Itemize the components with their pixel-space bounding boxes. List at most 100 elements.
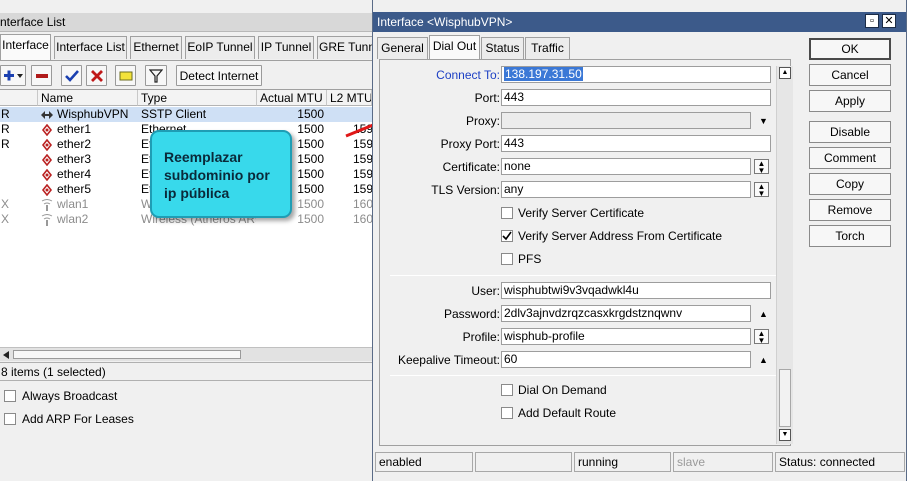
dial-out-panel: Connect To: 138.197.31.50 Port: 443 Prox… (379, 59, 791, 446)
checkbox-box[interactable] (501, 253, 513, 265)
connect-to-input[interactable]: 138.197.31.50 (501, 66, 771, 83)
port-label: Port: (474, 91, 500, 105)
checkbox-label: Always Broadcast (22, 389, 118, 403)
status-enabled: enabled (375, 452, 473, 472)
check-icon (502, 231, 512, 241)
horizontal-scrollbar[interactable] (0, 347, 372, 361)
profile-label: Profile: (462, 330, 500, 344)
scroll-up-icon[interactable]: ▲ (779, 67, 791, 79)
proxy-port-input[interactable]: 443 (501, 135, 771, 152)
ok-button[interactable]: OK (809, 38, 891, 60)
checkbox-box[interactable] (501, 207, 513, 219)
scroll-left-icon[interactable] (2, 351, 10, 359)
password-input[interactable]: 2dlv3ajnvdzrqzcasxkrgdstznqwnv (501, 305, 751, 322)
checkbox-label: Verify Server Address From Certificate (518, 229, 723, 243)
row-l2-mtu: 160 (353, 197, 372, 211)
profile-select[interactable]: wisphub-profile (501, 328, 751, 345)
certificate-select[interactable]: none (501, 158, 751, 175)
checkbox-box[interactable] (501, 230, 513, 242)
dialog-title-bar: Interface <WisphubVPN> ▫ ✕ (373, 12, 906, 32)
interface-list-window: nterface List Interface Interface List E… (0, 0, 377, 481)
add-button[interactable] (0, 65, 26, 86)
disable-button[interactable]: Disable (809, 121, 891, 143)
dialog-status-bar: enabled running slave Status: connected (373, 452, 906, 473)
list-status-bar: 8 items (1 selected) (0, 362, 372, 381)
tab-gre-tunnel[interactable]: GRE Tunn (317, 36, 377, 59)
maximize-icon[interactable]: ▫ (865, 14, 879, 28)
callout-line: ip pública (164, 185, 230, 201)
status-slave: slave (673, 452, 773, 472)
tab-eoip-tunnel[interactable]: EoIP Tunnel (185, 36, 255, 59)
user-input[interactable]: wisphubtwi9v3vqadwkl4u (501, 282, 771, 299)
tab-interface-list[interactable]: Interface List (54, 36, 127, 59)
vertical-scrollbar[interactable]: ▲ ▼ (776, 66, 793, 444)
add-arp-checkbox[interactable]: Add ARP For Leases (4, 412, 134, 426)
tab-ethernet[interactable]: Ethernet (130, 36, 182, 59)
row-actual-mtu: 1500 (297, 107, 324, 121)
section-divider (390, 375, 780, 376)
column-name[interactable]: Name (38, 90, 138, 106)
checkbox-box[interactable] (4, 413, 16, 425)
dialog-title: Interface <WisphubVPN> (377, 15, 513, 29)
verify-server-certificate-checkbox[interactable]: Verify Server Certificate (501, 206, 644, 220)
tab-general[interactable]: General (377, 37, 428, 59)
column-flag[interactable] (0, 90, 38, 106)
comment-button[interactable]: Comment (809, 147, 891, 169)
tab-status[interactable]: Status (481, 37, 524, 59)
proxy-input[interactable] (501, 112, 751, 129)
interface-list-toolbar: Detect Internet (0, 60, 372, 88)
pfs-checkbox[interactable]: PFS (501, 252, 541, 266)
verify-server-address-checkbox[interactable]: Verify Server Address From Certificate (501, 229, 722, 243)
copy-button[interactable]: Copy (809, 173, 891, 195)
column-actual-mtu[interactable]: Actual MTU (257, 90, 327, 106)
add-default-route-checkbox[interactable]: Add Default Route (501, 406, 616, 420)
filter-button[interactable] (145, 65, 167, 86)
remove-button[interactable] (31, 65, 52, 86)
keepalive-toggle-icon[interactable]: ▲ (759, 355, 768, 365)
proxy-dropdown-icon[interactable]: ▼ (759, 116, 768, 126)
row-name: wlan1 (57, 197, 89, 211)
apply-button[interactable]: Apply (809, 90, 891, 112)
tab-interface[interactable]: Interface (0, 34, 51, 60)
minus-icon (35, 73, 48, 78)
checkbox-box[interactable] (4, 390, 16, 402)
tab-traffic[interactable]: Traffic (525, 37, 570, 59)
password-toggle-icon[interactable]: ▲ (759, 309, 768, 319)
checkbox-box[interactable] (501, 407, 513, 419)
proxy-label: Proxy: (465, 114, 500, 128)
checkbox-box[interactable] (501, 384, 513, 396)
torch-button[interactable]: Torch (809, 225, 891, 247)
remove-button[interactable]: Remove (809, 199, 891, 221)
tls-version-dropdown-icon[interactable]: ▲ ▼ (754, 182, 769, 198)
scroll-down-icon[interactable]: ▼ (779, 429, 791, 441)
comment-button[interactable] (115, 65, 136, 86)
dial-on-demand-checkbox[interactable]: Dial On Demand (501, 383, 607, 397)
callout-line: subdominio por (164, 167, 270, 183)
enable-button[interactable] (61, 65, 82, 86)
row-flag (1, 152, 35, 167)
row-flag: X (1, 197, 10, 211)
column-type[interactable]: Type (138, 90, 257, 106)
tls-version-select[interactable]: any (501, 181, 751, 198)
status-connection: Status: connected (775, 452, 905, 472)
scroll-thumb[interactable] (13, 350, 241, 359)
disable-button[interactable] (86, 65, 107, 86)
always-broadcast-checkbox[interactable]: Always Broadcast (4, 389, 117, 403)
row-flag: R (1, 107, 10, 121)
cancel-button[interactable]: Cancel (809, 64, 891, 86)
password-label: Password: (443, 307, 500, 321)
scroll-thumb[interactable] (779, 369, 791, 427)
certificate-dropdown-icon[interactable]: ▲ ▼ (754, 159, 769, 175)
table-row[interactable]: R WisphubVPN SSTP Client 1500 (0, 107, 372, 122)
profile-dropdown-icon[interactable]: ▲ ▼ (754, 329, 769, 345)
tab-ip-tunnel[interactable]: IP Tunnel (258, 36, 314, 59)
wireless-icon (41, 199, 53, 211)
detect-internet-button[interactable]: Detect Internet (176, 65, 262, 86)
close-icon[interactable]: ✕ (882, 14, 896, 28)
row-name: ether5 (57, 182, 92, 196)
keepalive-label: Keepalive Timeout: (397, 353, 500, 367)
tab-dial-out[interactable]: Dial Out (429, 35, 480, 60)
keepalive-input[interactable]: 60 (501, 351, 751, 368)
interface-list-tabs: Interface Interface List Ethernet EoIP T… (0, 34, 377, 60)
port-input[interactable]: 443 (501, 89, 771, 106)
